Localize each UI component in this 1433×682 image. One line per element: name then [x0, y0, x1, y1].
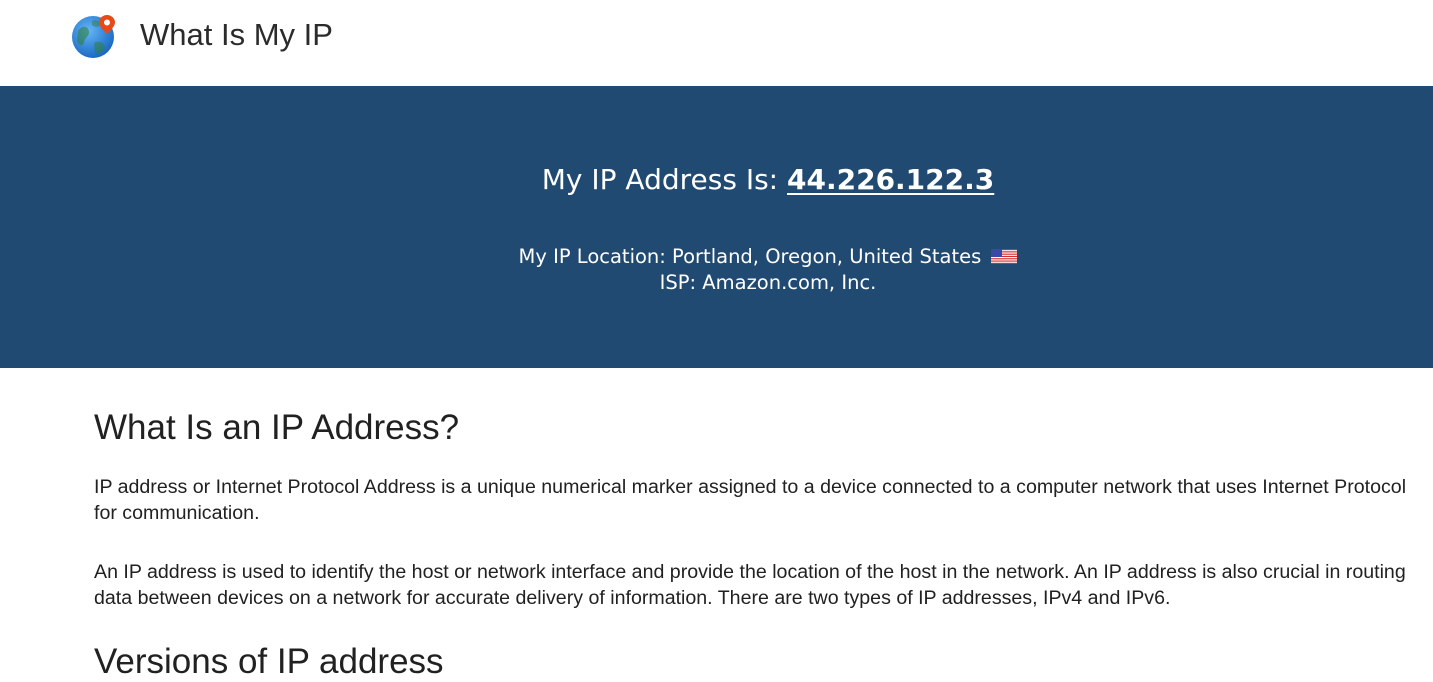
- ip-hero-banner: My IP Address Is: 44.226.122.3 My IP Loc…: [0, 86, 1433, 368]
- site-header: What Is My IP: [0, 0, 1433, 86]
- ip-location-text: My IP Location: Portland, Oregon, United…: [518, 245, 982, 268]
- us-flag-icon: [991, 245, 1018, 264]
- ip-address-label: My IP Address Is:: [541, 163, 787, 196]
- site-title[interactable]: What Is My IP: [140, 14, 333, 56]
- isp-line: ISP: Amazon.com, Inc.: [659, 271, 877, 294]
- article-heading: What Is an IP Address?: [94, 408, 460, 447]
- ip-address-link[interactable]: 44.226.122.3: [787, 163, 994, 196]
- article-subheading: Versions of IP address: [94, 642, 444, 681]
- ip-location-line: My IP Location: Portland, Oregon, United…: [0, 244, 1433, 270]
- globe-location-pin-icon[interactable]: [72, 13, 118, 59]
- article-paragraph-1: IP address or Internet Protocol Address …: [94, 476, 1407, 524]
- article-paragraph-2: An IP address is used to identify the ho…: [94, 561, 1406, 609]
- ip-address-line: My IP Address Is: 44.226.122.3: [0, 160, 1433, 200]
